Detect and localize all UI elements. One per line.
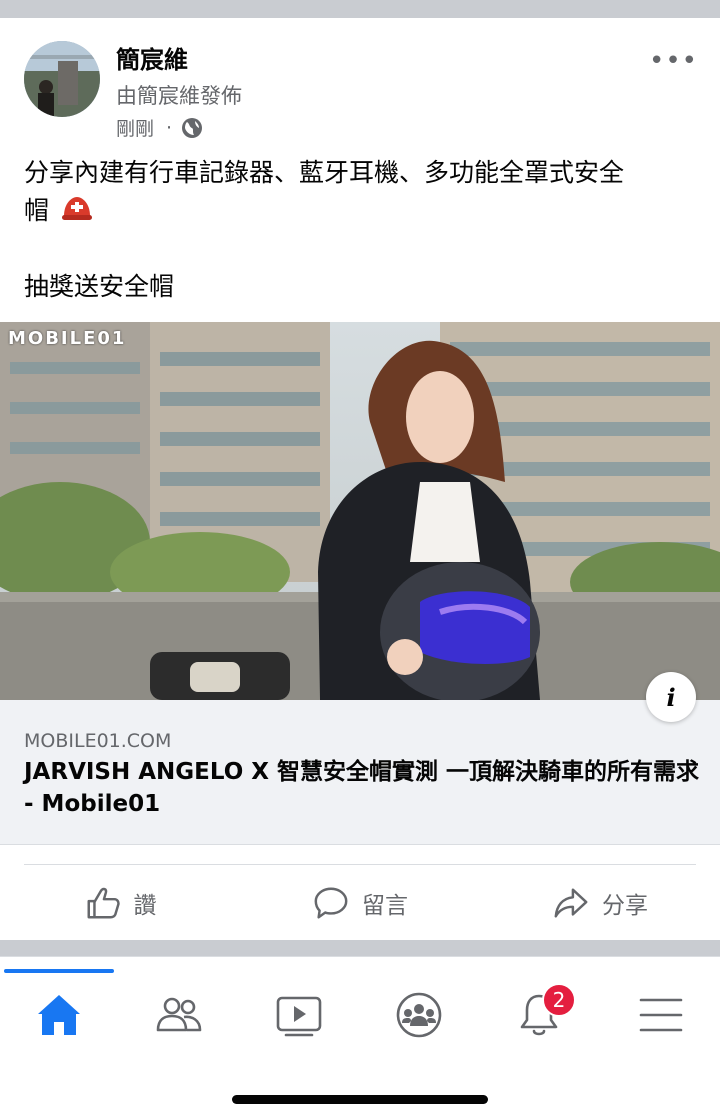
post-text: 分享內建有行車記錄器、藍牙耳機、多功能全罩式安全 帽 抽獎送安全帽 bbox=[24, 154, 696, 306]
comment-icon bbox=[314, 887, 348, 919]
image-watermark: MOBILE01 bbox=[8, 328, 127, 349]
post-text-line3: 抽獎送安全帽 bbox=[24, 272, 175, 301]
feed-post: 簡宸維 由簡宸維發佈 剛剛 · ••• 分享內建有行車記錄器、藍牙耳機、多功能全… bbox=[0, 18, 720, 940]
like-label: 讚 bbox=[133, 893, 157, 919]
post-text-line2: 帽 bbox=[24, 196, 50, 225]
tab-friends[interactable] bbox=[144, 987, 214, 1043]
tab-groups[interactable] bbox=[384, 987, 454, 1043]
post-divider bbox=[24, 864, 696, 865]
post-meta: 剛剛 · bbox=[116, 114, 204, 141]
tab-notifications[interactable]: 2 bbox=[504, 983, 576, 1043]
feed-separator-top bbox=[0, 0, 720, 18]
tab-menu[interactable] bbox=[626, 987, 696, 1043]
home-icon bbox=[38, 995, 80, 1035]
info-icon[interactable]: i bbox=[646, 672, 696, 722]
feed-separator-bottom bbox=[0, 940, 720, 956]
globe-icon bbox=[182, 117, 203, 138]
tab-watch[interactable] bbox=[264, 987, 334, 1043]
bottom-tab-bar: 2 bbox=[0, 956, 720, 1120]
active-tab-indicator bbox=[4, 969, 114, 973]
link-domain: MOBILE01.COM bbox=[24, 730, 172, 752]
link-preview[interactable]: MOBILE01.COM JARVISH ANGELO X 智慧安全帽實測 一頂… bbox=[0, 700, 720, 845]
comment-label: 留言 bbox=[362, 893, 408, 919]
helmet-emoji-icon bbox=[61, 197, 92, 220]
post-actions: 讚 留言 分享 bbox=[0, 868, 720, 938]
tab-home[interactable] bbox=[24, 987, 94, 1043]
avatar[interactable] bbox=[24, 41, 100, 117]
friends-icon bbox=[156, 997, 202, 1032]
like-icon bbox=[87, 887, 120, 919]
link-title: JARVISH ANGELO X 智慧安全帽實測 一頂解決騎車的所有需求 - M… bbox=[24, 759, 700, 817]
share-label: 分享 bbox=[602, 893, 648, 919]
groups-icon bbox=[396, 992, 442, 1038]
meta-separator: · bbox=[166, 116, 173, 139]
post-time[interactable]: 剛剛 bbox=[116, 114, 154, 141]
post-author[interactable]: 簡宸維 bbox=[116, 40, 188, 75]
more-options-icon[interactable]: ••• bbox=[649, 46, 698, 76]
share-icon bbox=[554, 888, 588, 918]
home-indicator[interactable] bbox=[232, 1095, 488, 1104]
post-text-line1: 分享內建有行車記錄器、藍牙耳機、多功能全罩式安全 bbox=[24, 158, 625, 187]
comment-button[interactable]: 留言 bbox=[240, 868, 480, 938]
link-preview-image[interactable]: MOBILE01 bbox=[0, 322, 720, 700]
avatar-photo bbox=[24, 41, 100, 117]
video-icon bbox=[276, 996, 322, 1037]
like-button[interactable]: 讚 bbox=[0, 868, 240, 938]
posted-by-label[interactable]: 由簡宸維發佈 bbox=[116, 80, 242, 110]
helmet-photo bbox=[0, 322, 720, 700]
notification-badge: 2 bbox=[542, 983, 576, 1017]
share-button[interactable]: 分享 bbox=[480, 868, 720, 938]
menu-icon bbox=[639, 998, 683, 1032]
